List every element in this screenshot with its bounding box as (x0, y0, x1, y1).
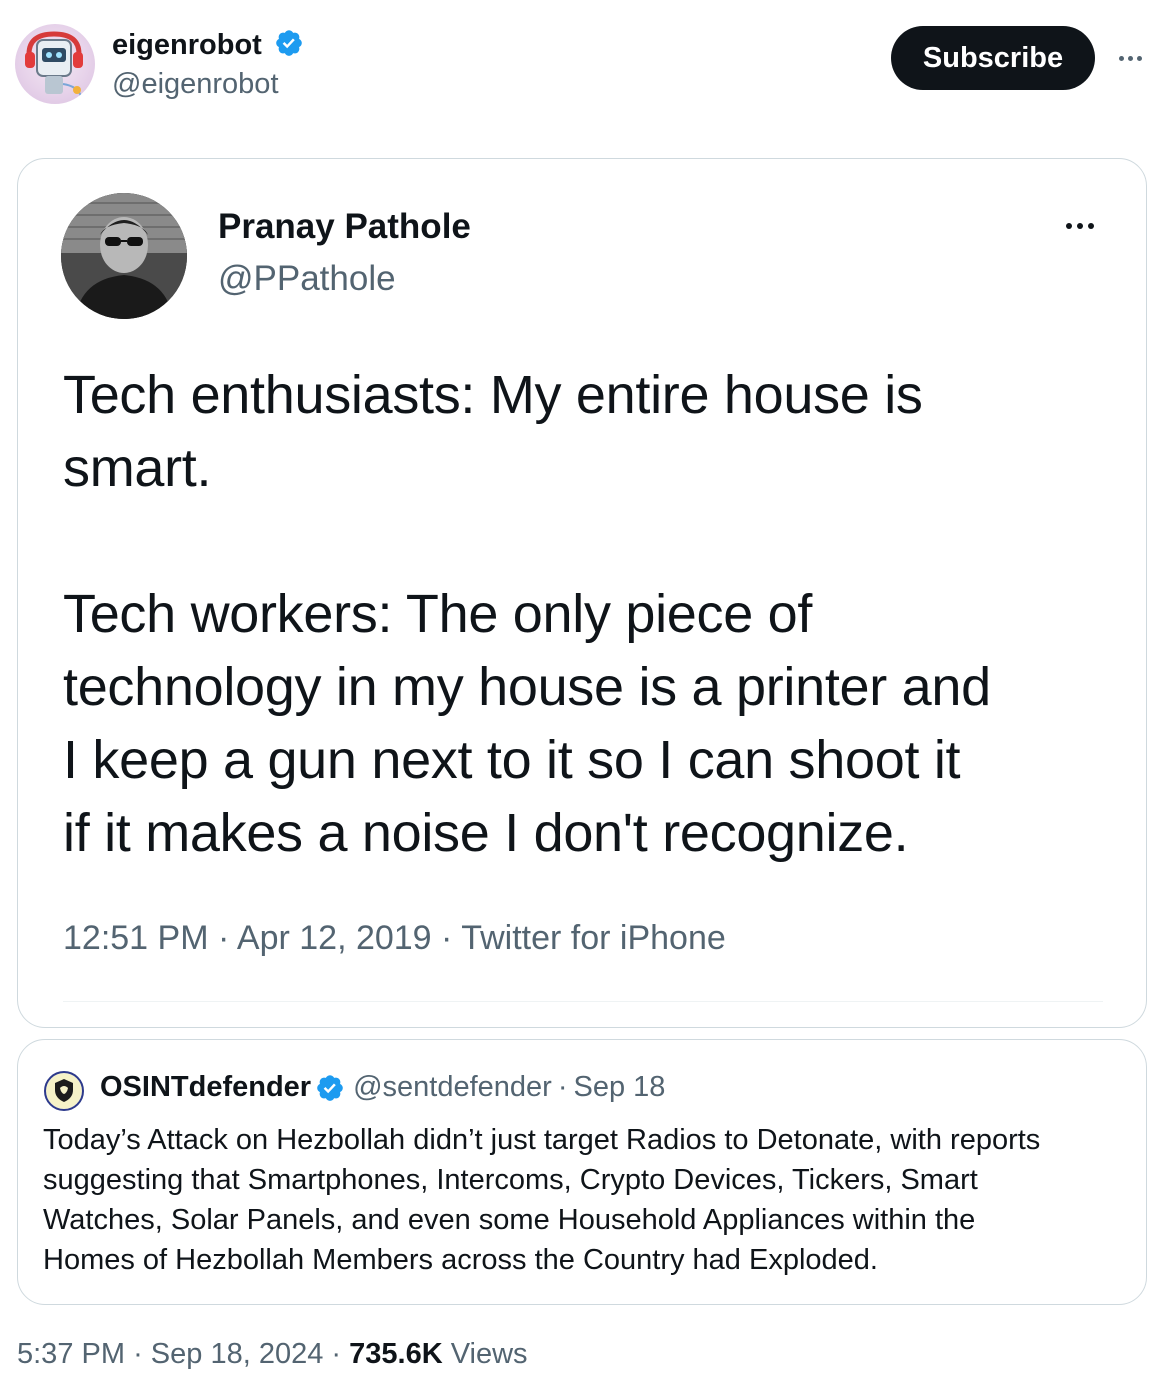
quoted-text-line: Today’s Attack on Hezbollah didn’t just … (43, 1124, 1041, 1156)
subscribe-button[interactable]: Subscribe (891, 26, 1095, 90)
tweet-text-line: Tech workers: The only piece of (63, 584, 813, 644)
embedded-author-avatar[interactable] (61, 193, 187, 319)
views-count[interactable]: 735.6K (349, 1338, 443, 1370)
author-name-row[interactable]: eigenrobot (112, 28, 304, 62)
verified-badge-icon (276, 30, 302, 56)
tweet-text-line: Tech enthusiasts: My entire house is (63, 365, 923, 425)
quoted-tweet[interactable]: OSINTdefender @sentdefender · Sep 18 Tod… (17, 1039, 1147, 1305)
author-name[interactable]: eigenrobot (112, 29, 262, 61)
tweet-text-line: smart. (63, 438, 212, 498)
meta-separator: · (331, 1338, 342, 1370)
views-label: Views (450, 1338, 528, 1370)
meta-separator: · (133, 1338, 143, 1370)
quoted-text-line: Watches, Solar Panels, and even some Hou… (43, 1204, 976, 1236)
author-avatar[interactable] (15, 24, 95, 104)
more-options-icon[interactable] (1110, 38, 1150, 78)
quoted-tweet-header: OSINTdefender @sentdefender · Sep 18 (100, 1071, 665, 1104)
embedded-more-options-icon[interactable] (1058, 211, 1102, 241)
tweet-date[interactable]: Sep 18, 2024 (151, 1338, 324, 1370)
quoted-author-name[interactable]: OSINTdefender (100, 1071, 311, 1104)
tweet-time[interactable]: 5:37 PM (17, 1338, 125, 1370)
meta-separator: · (441, 919, 453, 957)
quoted-text-line: suggesting that Smartphones, Intercoms, … (43, 1164, 978, 1196)
meta-separator: · (557, 1071, 568, 1103)
shield-logo-icon (47, 1074, 81, 1108)
embedded-tweet-meta: 12:51 PM · Apr 12, 2019 · Twitter for iP… (63, 919, 726, 958)
embedded-tweet-text: Tech enthusiasts: My entire house is sma… (63, 359, 1133, 870)
meta-separator: · (217, 919, 230, 957)
embedded-tweet-date[interactable]: Apr 12, 2019 (237, 919, 432, 957)
tweet-header: eigenrobot @eigenrobot Subscribe (0, 0, 1172, 130)
person-photo-icon (61, 193, 187, 319)
tweet-text-line: if it makes a noise I don't recognize. (63, 803, 909, 863)
author-handle[interactable]: @eigenrobot (112, 68, 279, 101)
quoted-tweet-text: Today’s Attack on Hezbollah didn’t just … (43, 1120, 1133, 1280)
card-divider (63, 1001, 1103, 1002)
quoted-tweet-date[interactable]: Sep 18 (574, 1071, 666, 1104)
robot-avatar-icon (25, 31, 83, 97)
quoted-author-handle[interactable]: @sentdefender (353, 1071, 552, 1104)
embedded-tweet-source[interactable]: Twitter for iPhone (461, 919, 726, 957)
tweet-footer-meta: 5:37 PM · Sep 18, 2024 · 735.6K Views (17, 1338, 528, 1371)
embedded-tweet-time[interactable]: 12:51 PM (63, 919, 209, 957)
tweet-text-line: I keep a gun next to it so I can shoot i… (63, 730, 961, 790)
embedded-author-name[interactable]: Pranay Pathole (218, 207, 471, 247)
quoted-text-line: Homes of Hezbollah Members across the Co… (43, 1244, 878, 1276)
quoted-author-avatar[interactable] (44, 1071, 84, 1111)
embedded-author-handle[interactable]: @PPathole (218, 259, 396, 299)
embedded-tweet-card[interactable]: Pranay Pathole @PPathole Tech enthusiast… (17, 158, 1147, 1028)
tweet-text-line: technology in my house is a printer and (63, 657, 991, 717)
verified-badge-icon (317, 1074, 343, 1101)
